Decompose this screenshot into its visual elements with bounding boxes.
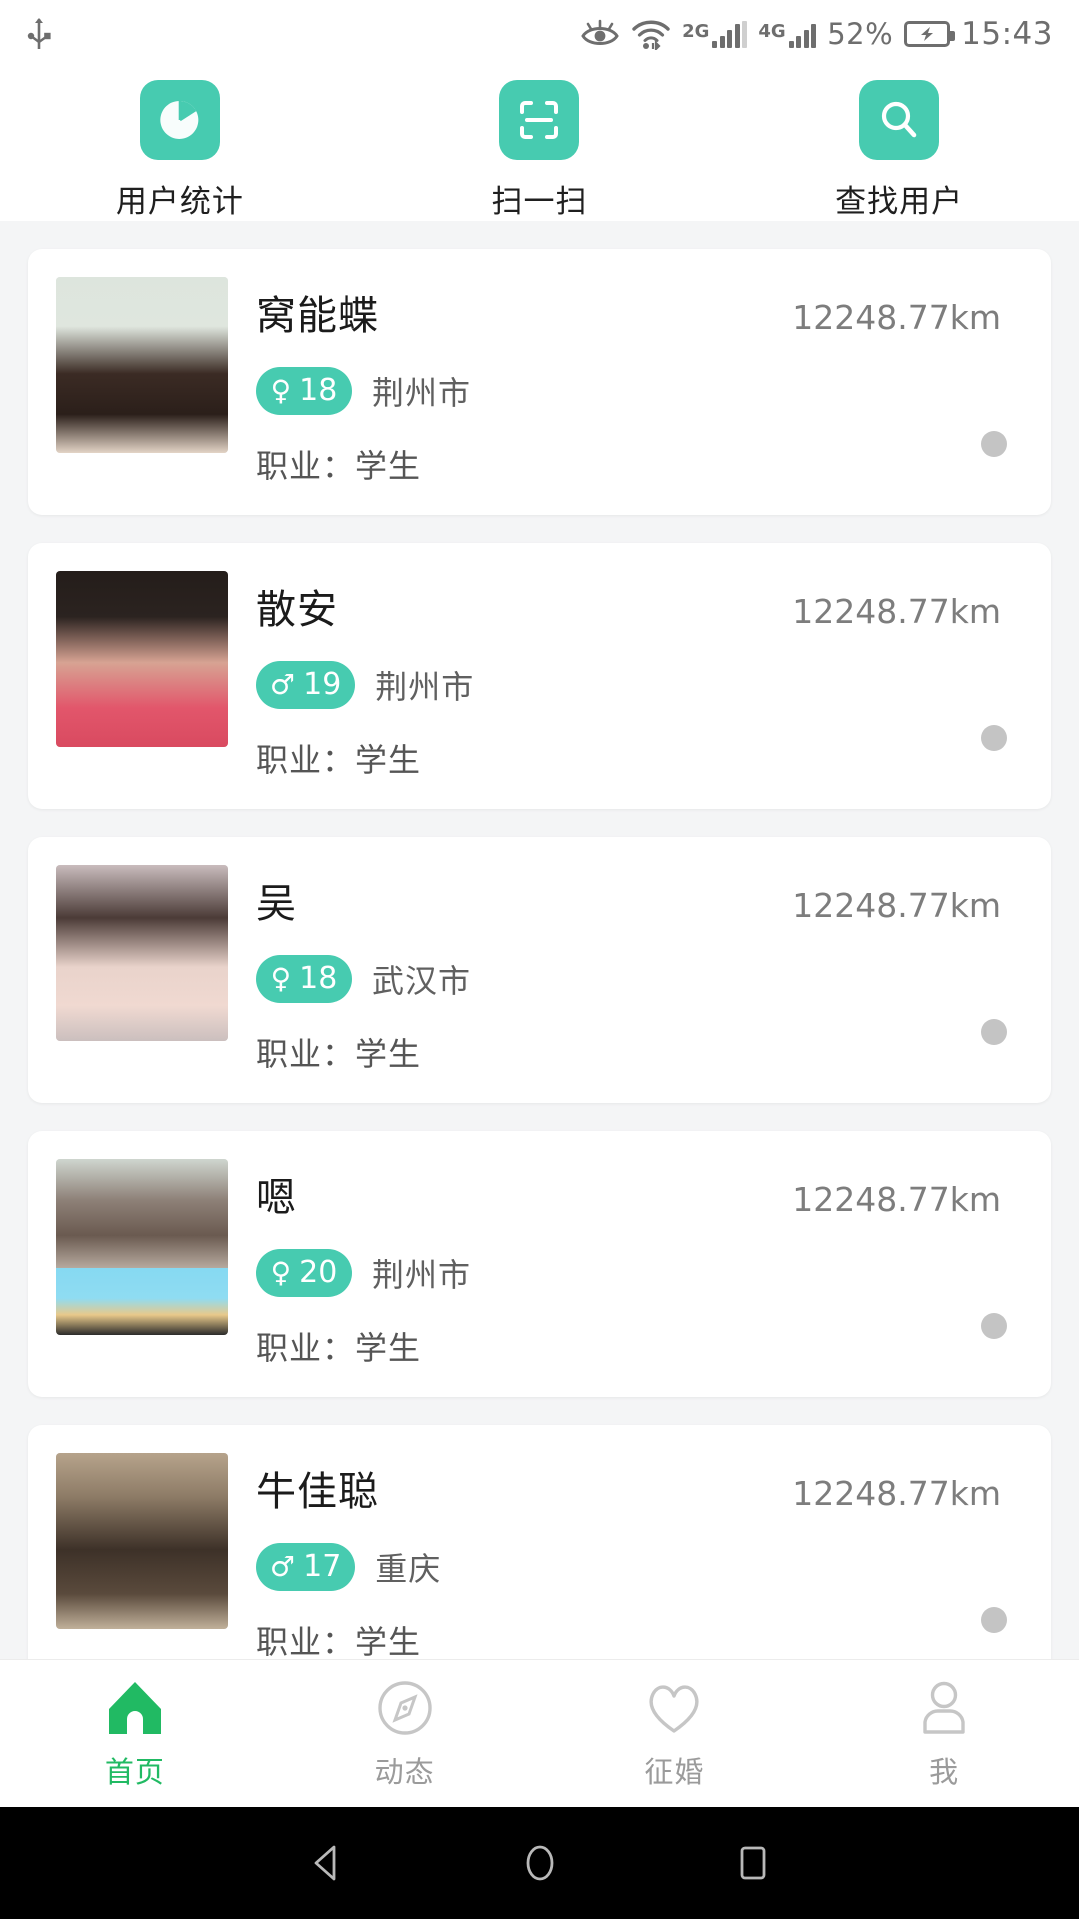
user-age: 18 (299, 373, 338, 408)
user-distance: 12248.77km (792, 298, 1001, 337)
tab-moments[interactable]: 动态 (270, 1677, 540, 1791)
tab-label: 征婚 (644, 1754, 705, 1789)
user-info: 吴 12248.77km ♀ 18 武汉市 职业：学生 (228, 865, 1027, 1075)
tab-marriage[interactable]: 征婚 (540, 1677, 810, 1791)
user-age: 17 (303, 1549, 342, 1584)
gender-age-badge: ♂ 17 (256, 1543, 356, 1591)
user-card[interactable]: 吴 12248.77km ♀ 18 武汉市 职业：学生 (28, 837, 1051, 1103)
battery-charging-icon (904, 21, 956, 47)
status-badge (981, 1313, 1007, 1339)
gender-age-badge: ♀ 18 (256, 955, 352, 1003)
compass-icon (374, 1677, 436, 1739)
user-distance: 12248.77km (792, 1474, 1001, 1513)
tab-me[interactable]: 我 (809, 1677, 1079, 1791)
user-occupation: 职业：学生 (256, 1623, 422, 1659)
user-list[interactable]: 窝能蝶 12248.77km ♀ 18 荆州市 职业：学生 散安 12248.7… (0, 221, 1079, 1659)
user-name: 牛佳聪 (256, 1469, 379, 1515)
user-city: 荆州市 (375, 668, 475, 706)
tab-label: 首页 (104, 1754, 165, 1789)
status-bar: 2G 4G 52% 15:43 (0, 0, 1079, 68)
tab-label: 动态 (374, 1754, 435, 1789)
sim1-signal: 2G (682, 20, 748, 48)
user-name: 嗯 (256, 1175, 297, 1221)
user-city: 重庆 (375, 1550, 442, 1588)
sim2-signal: 4G (758, 20, 817, 48)
avatar[interactable] (56, 1159, 228, 1335)
user-age: 20 (299, 1255, 338, 1290)
user-city: 武汉市 (372, 962, 472, 1000)
user-info: 嗯 12248.77km ♀ 20 荆州市 职业：学生 (228, 1159, 1027, 1369)
user-card[interactable]: 散安 12248.77km ♂ 19 荆州市 职业：学生 (28, 543, 1051, 809)
avatar[interactable] (56, 865, 228, 1041)
home-circle-icon[interactable] (517, 1840, 563, 1886)
user-info: 散安 12248.77km ♂ 19 荆州市 职业：学生 (228, 571, 1027, 781)
wifi-icon (631, 18, 671, 50)
status-bar-right: 2G 4G 52% 15:43 (580, 18, 1053, 50)
signal-bars-icon (788, 21, 817, 48)
user-age: 19 (303, 667, 342, 702)
status-bar-clock: 15:43 (961, 15, 1053, 52)
tab-home[interactable]: 首页 (0, 1677, 270, 1791)
person-icon (913, 1677, 975, 1739)
android-navigation-bar (0, 1807, 1079, 1919)
male-icon: ♂ (270, 1550, 296, 1583)
user-name: 吴 (256, 881, 297, 927)
female-icon: ♀ (270, 962, 292, 995)
status-badge (981, 1019, 1007, 1045)
gender-age-badge: ♀ 20 (256, 1249, 352, 1297)
avatar[interactable] (56, 1453, 228, 1629)
user-name: 散安 (256, 587, 338, 633)
user-occupation: 职业：学生 (256, 1329, 422, 1367)
user-occupation: 职业：学生 (256, 741, 422, 779)
eye-care-icon (580, 18, 620, 50)
user-card[interactable]: 牛佳聪 12248.77km ♂ 17 重庆 职业：学生 (28, 1425, 1051, 1659)
heart-icon (643, 1677, 705, 1739)
user-info: 窝能蝶 12248.77km ♀ 18 荆州市 职业：学生 (228, 277, 1027, 487)
status-badge (981, 431, 1007, 457)
user-city: 荆州市 (372, 374, 472, 412)
sim1-generation-label: 2G (682, 20, 710, 42)
female-icon: ♀ (270, 374, 292, 407)
avatar[interactable] (56, 277, 228, 453)
male-icon: ♂ (270, 668, 296, 701)
recents-square-icon[interactable] (730, 1840, 776, 1886)
avatar[interactable] (56, 571, 228, 747)
signal-bars-icon (712, 20, 748, 48)
gender-age-badge: ♀ 18 (256, 367, 352, 415)
battery-percent-label: 52% (827, 16, 894, 51)
quick-actions-bar: 用户统计 扫一扫 查找用户 (0, 68, 1079, 221)
home-icon (104, 1677, 166, 1739)
user-card[interactable]: 窝能蝶 12248.77km ♀ 18 荆州市 职业：学生 (28, 249, 1051, 515)
status-bar-left (26, 16, 52, 52)
user-occupation: 职业：学生 (256, 447, 422, 485)
user-age: 18 (299, 961, 338, 996)
quick-action-find-user[interactable]: 查找用户 (799, 80, 999, 221)
back-triangle-icon[interactable] (304, 1840, 350, 1886)
quick-action-label: 扫一扫 (491, 184, 588, 220)
quick-action-user-stats[interactable]: 用户统计 (80, 80, 280, 221)
user-name: 窝能蝶 (256, 293, 379, 339)
user-occupation: 职业：学生 (256, 1035, 422, 1073)
status-badge (981, 725, 1007, 751)
quick-action-label: 查找用户 (835, 184, 964, 220)
user-card[interactable]: 嗯 12248.77km ♀ 20 荆州市 职业：学生 (28, 1131, 1051, 1397)
pie-chart-icon (139, 80, 220, 160)
search-icon (859, 80, 940, 160)
user-city: 荆州市 (372, 1256, 472, 1294)
female-icon: ♀ (270, 1256, 292, 1289)
tab-label: 我 (929, 1754, 960, 1789)
quick-action-label: 用户统计 (115, 184, 244, 220)
user-info: 牛佳聪 12248.77km ♂ 17 重庆 职业：学生 (228, 1453, 1027, 1659)
user-distance: 12248.77km (792, 592, 1001, 631)
bottom-tab-bar: 首页 动态 征婚 我 (0, 1659, 1079, 1807)
quick-action-scan[interactable]: 扫一扫 (439, 80, 639, 221)
user-distance: 12248.77km (792, 1180, 1001, 1219)
sim2-generation-label: 4G (758, 20, 786, 42)
user-distance: 12248.77km (792, 886, 1001, 925)
scan-icon (499, 80, 580, 160)
usb-icon (26, 16, 52, 52)
gender-age-badge: ♂ 19 (256, 661, 356, 709)
status-badge (981, 1607, 1007, 1633)
phone-screen: 2G 4G 52% 15:43 用户统计 扫一扫 查找用户 窝能蝶 12248.… (0, 0, 1079, 1919)
